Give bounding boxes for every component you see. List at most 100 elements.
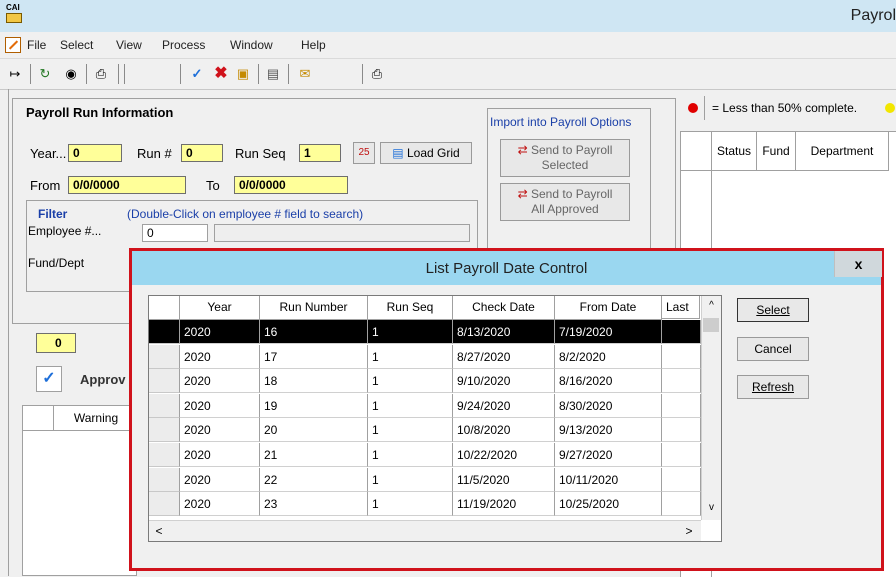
table-cell[interactable]: 10/11/2020 xyxy=(555,467,662,492)
table-cell[interactable]: 2020 xyxy=(180,492,260,517)
delete-icon[interactable]: ✖ xyxy=(212,65,230,83)
print-icon[interactable]: ⎙ xyxy=(92,65,110,83)
select-button[interactable]: Select xyxy=(737,298,809,322)
table-cell[interactable] xyxy=(662,344,701,369)
table-cell[interactable]: 7/19/2020 xyxy=(555,320,662,344)
table-cell[interactable] xyxy=(662,369,701,394)
table-cell[interactable]: 9/27/2020 xyxy=(555,443,662,467)
from-date-field[interactable]: 0/0/0000 xyxy=(68,176,186,194)
table-cell[interactable]: 20 xyxy=(260,418,368,443)
scroll-up-button[interactable]: ^ xyxy=(702,296,721,316)
table-cell[interactable]: 8/27/2020 xyxy=(453,344,555,369)
table-cell[interactable]: 10/8/2020 xyxy=(453,418,555,443)
menu-window[interactable]: Window xyxy=(230,38,273,52)
run-seq-column-header[interactable]: Run Seq xyxy=(368,296,453,320)
fund-header[interactable]: Fund xyxy=(757,132,796,171)
table-cell[interactable]: 10/25/2020 xyxy=(555,492,662,517)
table-cell[interactable]: 2020 xyxy=(180,393,260,418)
table-cell[interactable]: 10/22/2020 xyxy=(453,443,555,467)
table-cell[interactable]: 1 xyxy=(368,492,453,517)
run-seq-field[interactable]: 1 xyxy=(299,144,341,162)
table-cell[interactable]: 22 xyxy=(260,467,368,492)
mail-icon[interactable]: ✉ xyxy=(296,65,314,83)
department-header[interactable]: Department xyxy=(796,132,889,171)
approve-checkbox[interactable]: ✓ xyxy=(36,366,62,392)
table-cell[interactable]: 2020 xyxy=(180,369,260,394)
row-selector[interactable] xyxy=(149,467,180,492)
table-cell[interactable]: 11/19/2020 xyxy=(453,492,555,517)
horizontal-scrollbar[interactable]: < > xyxy=(149,520,701,541)
table-cell[interactable]: 8/2/2020 xyxy=(555,344,662,369)
scroll-right-button[interactable]: > xyxy=(679,521,699,541)
last-column-header[interactable]: Last xyxy=(662,296,700,319)
table-cell[interactable] xyxy=(662,467,701,492)
run-number-field[interactable]: 0 xyxy=(181,144,223,162)
scroll-left-button[interactable]: < xyxy=(149,521,169,541)
send-to-payroll-selected-button[interactable]: ⇄ Send to Payroll Selected xyxy=(500,139,630,177)
table-cell[interactable]: 1 xyxy=(368,320,453,344)
table-cell[interactable]: 9/24/2020 xyxy=(453,393,555,418)
table-cell[interactable]: 16 xyxy=(260,320,368,344)
check-date-column-header[interactable]: Check Date xyxy=(453,296,555,320)
table-cell[interactable]: 2020 xyxy=(180,344,260,369)
table-cell[interactable] xyxy=(662,418,701,443)
employee-field[interactable]: 0 xyxy=(142,224,208,242)
menu-select[interactable]: Select xyxy=(60,38,93,52)
close-button[interactable]: x xyxy=(834,251,882,277)
row-selector[interactable] xyxy=(149,369,180,394)
row-selector[interactable] xyxy=(149,492,180,517)
year-column-header[interactable]: Year xyxy=(180,296,260,320)
menu-file[interactable]: File xyxy=(27,38,46,52)
load-grid-button[interactable]: ▤ Load Grid xyxy=(380,142,472,164)
calendar-icon[interactable]: 25 xyxy=(353,142,375,164)
table-cell[interactable]: 19 xyxy=(260,393,368,418)
table-cell[interactable]: 2020 xyxy=(180,418,260,443)
table-cell[interactable]: 11/5/2020 xyxy=(453,467,555,492)
table-cell[interactable]: 1 xyxy=(368,443,453,467)
table-cell[interactable]: 8/30/2020 xyxy=(555,393,662,418)
table-cell[interactable]: 1 xyxy=(368,369,453,394)
table-cell[interactable]: 1 xyxy=(368,418,453,443)
row-selector[interactable] xyxy=(149,443,180,467)
table-cell[interactable]: 1 xyxy=(368,467,453,492)
table-cell[interactable]: 18 xyxy=(260,369,368,394)
table-cell[interactable]: 23 xyxy=(260,492,368,517)
table-cell[interactable]: 8/16/2020 xyxy=(555,369,662,394)
run-number-column-header[interactable]: Run Number xyxy=(260,296,368,320)
from-date-column-header[interactable]: From Date xyxy=(555,296,662,320)
table-cell[interactable]: 17 xyxy=(260,344,368,369)
table-cell[interactable]: 1 xyxy=(368,344,453,369)
status-header[interactable]: Status xyxy=(712,132,757,171)
print-setup-icon[interactable]: ⎙ xyxy=(368,65,386,83)
exit-icon[interactable]: ↦ xyxy=(6,65,24,83)
row-selector[interactable] xyxy=(149,393,180,418)
table-cell[interactable] xyxy=(662,320,701,344)
table-cell[interactable] xyxy=(662,393,701,418)
document-icon[interactable] xyxy=(5,37,21,53)
menu-view[interactable]: View xyxy=(116,38,142,52)
table-cell[interactable]: 2020 xyxy=(180,320,260,344)
cancel-button[interactable]: Cancel xyxy=(737,337,809,361)
save-icon[interactable]: ▣ xyxy=(234,65,252,83)
table-cell[interactable]: 9/13/2020 xyxy=(555,418,662,443)
menu-process[interactable]: Process xyxy=(162,38,205,52)
refresh-icon[interactable]: ↻ xyxy=(36,65,54,83)
row-selector[interactable] xyxy=(149,344,180,369)
table-cell[interactable]: 9/10/2020 xyxy=(453,369,555,394)
row-selector[interactable] xyxy=(149,320,180,344)
check-icon[interactable]: ✓ xyxy=(188,65,206,83)
send-to-payroll-approved-button[interactable]: ⇄ Send to Payroll All Approved xyxy=(500,183,630,221)
table-cell[interactable]: 2020 xyxy=(180,443,260,467)
binoculars-icon[interactable]: ◉ xyxy=(62,65,80,83)
row-selector[interactable] xyxy=(149,418,180,443)
to-date-field[interactable]: 0/0/0000 xyxy=(234,176,348,194)
menu-help[interactable]: Help xyxy=(301,38,326,52)
table-cell[interactable] xyxy=(662,492,701,517)
refresh-button[interactable]: Refresh xyxy=(737,375,809,399)
table-cell[interactable] xyxy=(662,443,701,467)
report-icon[interactable]: ▤ xyxy=(264,65,282,83)
table-cell[interactable]: 2020 xyxy=(180,467,260,492)
scroll-down-button[interactable]: v xyxy=(702,498,721,518)
table-cell[interactable]: 21 xyxy=(260,443,368,467)
table-cell[interactable]: 8/13/2020 xyxy=(453,320,555,344)
